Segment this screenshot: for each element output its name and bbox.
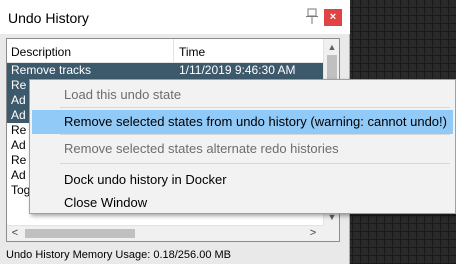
menu-separator	[60, 107, 450, 108]
menu-item-load-state[interactable]: Load this undo state	[32, 83, 453, 107]
vertical-scroll-thumb[interactable]	[327, 55, 337, 81]
window-title: Undo History	[8, 10, 89, 26]
table-row[interactable]: Remove tracks 1/11/2019 9:46:30 AM	[7, 63, 323, 78]
column-header-description[interactable]: Description	[11, 45, 71, 59]
column-divider[interactable]	[173, 39, 174, 63]
menu-item-remove-selected-states[interactable]: Remove selected states from undo history…	[32, 110, 453, 134]
row-description: Ad	[11, 138, 26, 152]
column-header-time[interactable]: Time	[179, 45, 205, 59]
row-description: Remove tracks	[11, 63, 92, 77]
horizontal-scrollbar[interactable]: < >	[7, 225, 323, 241]
scroll-right-icon[interactable]: >	[305, 226, 321, 241]
menu-item-close-window[interactable]: Close Window	[32, 191, 453, 215]
row-description: Ad	[11, 108, 26, 122]
memory-usage-status: Undo History Memory Usage: 0.18/256.00 M…	[6, 249, 231, 261]
scroll-up-icon[interactable]: ▲	[324, 39, 339, 55]
scroll-left-icon[interactable]: <	[7, 226, 23, 241]
row-description: Re	[11, 78, 27, 92]
menu-item-dock-in-docker[interactable]: Dock undo history in Docker	[32, 168, 453, 192]
row-description: Ad	[11, 93, 26, 107]
context-menu: Load this undo state Remove selected stat…	[29, 79, 456, 214]
horizontal-scroll-thumb[interactable]	[25, 229, 135, 238]
close-button[interactable]: ×	[324, 9, 342, 26]
menu-item-remove-alternate-redo[interactable]: Remove selected states alternate redo hi…	[32, 137, 453, 161]
menu-separator	[60, 134, 450, 135]
row-description: Re	[11, 153, 27, 167]
row-description: Re	[11, 123, 27, 137]
pin-icon[interactable]	[303, 7, 321, 27]
row-description: Ad	[11, 168, 26, 182]
menu-separator	[60, 163, 450, 164]
scroll-corner	[323, 225, 339, 241]
list-header: Description Time	[7, 39, 323, 63]
title-bar[interactable]: Undo History ×	[0, 0, 350, 34]
row-time: 1/11/2019 9:46:30 AM	[179, 63, 296, 77]
